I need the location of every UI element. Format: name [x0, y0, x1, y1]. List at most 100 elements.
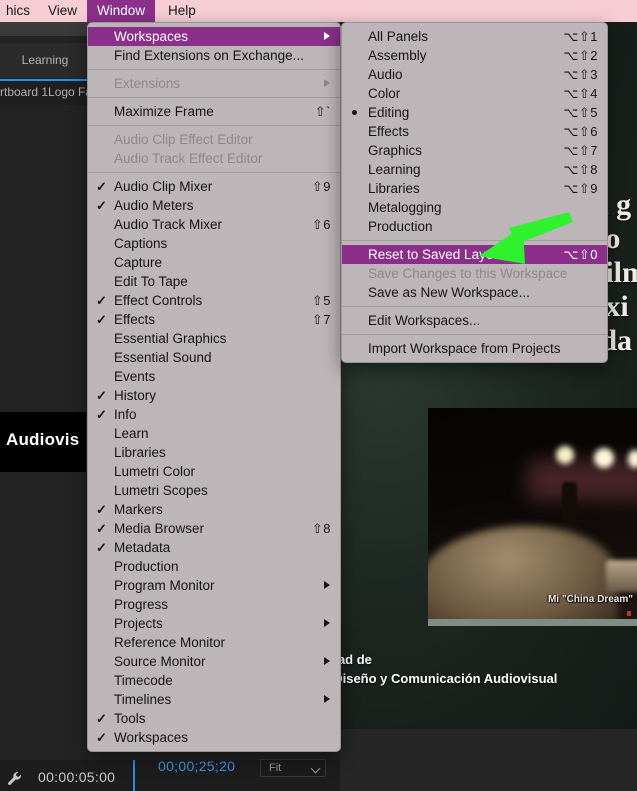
- menu-item-label: Essential Graphics: [114, 331, 227, 346]
- workspaces-menu-item-effects[interactable]: Effects ⌥⇧6: [342, 122, 607, 141]
- workspaces-menu-item-metalogging[interactable]: Metalogging: [342, 198, 607, 217]
- menu-item-label: Essential Sound: [114, 350, 212, 365]
- window-menu-item-find-extensions-on-exchange[interactable]: Find Extensions on Exchange...: [88, 46, 340, 65]
- window-menu-item-metadata[interactable]: ✓ Metadata: [88, 538, 340, 557]
- window-menu-item-capture[interactable]: Capture: [88, 253, 340, 272]
- window-menu-item-lumetri-scopes[interactable]: Lumetri Scopes: [88, 481, 340, 500]
- wrench-icon[interactable]: [6, 770, 24, 791]
- menu-item-label: Capture: [114, 255, 163, 270]
- window-menu-item-workspaces[interactable]: Workspaces: [88, 27, 340, 46]
- workspaces-menu-item-save-as-new-workspace[interactable]: Save as New Workspace...: [342, 283, 607, 302]
- checkmark-icon: ✓: [96, 711, 107, 726]
- menubar-item-help[interactable]: Help: [158, 0, 206, 22]
- window-menu-item-maximize-frame[interactable]: Maximize Frame ⇧`: [88, 102, 340, 121]
- window-menu-item-workspaces[interactable]: ✓ Workspaces: [88, 728, 340, 747]
- menu-separator: [342, 306, 607, 307]
- tab-learning[interactable]: Learning: [0, 43, 90, 78]
- window-menu-item-reference-monitor[interactable]: Reference Monitor: [88, 633, 340, 652]
- menu-item-label: All Panels: [368, 29, 429, 44]
- workspaces-menu-item-reset-to-saved-layout[interactable]: Reset to Saved Layout ⌥⇧0: [342, 245, 607, 264]
- workspaces-menu-item-graphics[interactable]: Graphics ⌥⇧7: [342, 141, 607, 160]
- checkmark-icon: ✓: [96, 521, 107, 536]
- menu-item-label: Audio Track Effect Editor: [114, 151, 263, 166]
- window-menu-item-audio-meters[interactable]: ✓ Audio Meters: [88, 196, 340, 215]
- menu-separator: [342, 240, 607, 241]
- menubar-item-view[interactable]: View: [38, 0, 87, 22]
- menu-separator: [88, 172, 340, 173]
- workspaces-menu-item-editing[interactable]: Editing ⌥⇧5: [342, 103, 607, 122]
- video-light-blob: [556, 446, 574, 464]
- window-menu-item-audio-clip-mixer[interactable]: ✓ Audio Clip Mixer ⇧9: [88, 177, 340, 196]
- menu-item-label: Markers: [114, 502, 163, 517]
- workspaces-menu-item-audio[interactable]: Audio ⌥⇧3: [342, 65, 607, 84]
- window-dropdown-menu: Workspaces Find Extensions on Exchange...…: [87, 22, 341, 752]
- window-menu-item-history[interactable]: ✓ History: [88, 386, 340, 405]
- menu-item-label: Lumetri Scopes: [114, 483, 208, 498]
- window-menu-item-program-monitor[interactable]: Program Monitor: [88, 576, 340, 595]
- window-menu-item-lumetri-color[interactable]: Lumetri Color: [88, 462, 340, 481]
- checkmark-icon: ✓: [96, 312, 107, 327]
- window-menu-item-timecode[interactable]: Timecode: [88, 671, 340, 690]
- window-menu-item-events[interactable]: Events: [88, 367, 340, 386]
- window-menu-item-progress[interactable]: Progress: [88, 595, 340, 614]
- poster-footer-line-2: , Diseño y Comunicación Audiovisual: [340, 671, 558, 686]
- window-menu-item-captions[interactable]: Captions: [88, 234, 340, 253]
- video-glass-shape: [606, 560, 637, 592]
- window-menu-item-info[interactable]: ✓ Info: [88, 405, 340, 424]
- zoom-level-select[interactable]: Fit: [260, 759, 326, 777]
- menubar-item-window[interactable]: Window: [87, 0, 156, 22]
- menu-item-label: Program Monitor: [114, 578, 215, 593]
- window-menu-item-essential-graphics[interactable]: Essential Graphics: [88, 329, 340, 348]
- timecode-duration[interactable]: 00;00;25;20: [158, 758, 235, 774]
- workspaces-menu-item-edit-workspaces[interactable]: Edit Workspaces...: [342, 311, 607, 330]
- video-light-blob: [628, 450, 637, 468]
- menu-item-label: Edit To Tape: [114, 274, 188, 289]
- black-title-banner-text: Audiovis: [6, 430, 80, 449]
- workspaces-menu-item-color[interactable]: Color ⌥⇧4: [342, 84, 607, 103]
- menu-item-label: Timecode: [114, 673, 173, 688]
- submenu-arrow-icon: [324, 657, 330, 665]
- menu-item-shortcut: ⌥⇧3: [563, 67, 598, 82]
- workspaces-menu-item-production[interactable]: Production: [342, 217, 607, 236]
- menu-item-label: Media Browser: [114, 521, 205, 536]
- menu-separator: [342, 334, 607, 335]
- timecode-playhead[interactable]: 00:00:05:00: [38, 769, 115, 785]
- menu-item-label: Audio Meters: [114, 198, 194, 213]
- workspaces-menu-item-import-workspace-from-projects[interactable]: Import Workspace from Projects: [342, 339, 607, 358]
- menu-item-label: Lumetri Color: [114, 464, 196, 479]
- window-menu-item-production[interactable]: Production: [88, 557, 340, 576]
- menu-item-label: Graphics: [368, 143, 423, 158]
- workspaces-menu-item-assembly[interactable]: Assembly ⌥⇧2: [342, 46, 607, 65]
- window-menu-item-effects[interactable]: ✓ Effects ⇧7: [88, 310, 340, 329]
- macos-menubar: hics View Window Help: [0, 0, 637, 22]
- window-menu-item-timelines[interactable]: Timelines: [88, 690, 340, 709]
- menu-item-shortcut: ⇧`: [314, 104, 331, 119]
- window-menu-item-libraries[interactable]: Libraries: [88, 443, 340, 462]
- window-menu-item-markers[interactable]: ✓ Markers: [88, 500, 340, 519]
- menubar-item-graphics[interactable]: hics: [0, 0, 40, 22]
- submenu-arrow-icon: [324, 32, 330, 40]
- menu-item-label: Reference Monitor: [114, 635, 226, 650]
- window-menu-item-audio-track-mixer[interactable]: Audio Track Mixer ⇧6: [88, 215, 340, 234]
- menu-item-shortcut: ⌥⇧0: [563, 247, 598, 262]
- window-menu-item-tools[interactable]: ✓ Tools: [88, 709, 340, 728]
- video-preview-thumbnail[interactable]: Mi "China Dream": [428, 408, 637, 619]
- menu-item-label: Production: [114, 559, 179, 574]
- workspaces-menu-item-all-panels[interactable]: All Panels ⌥⇧1: [342, 27, 607, 46]
- window-menu-item-projects[interactable]: Projects: [88, 614, 340, 633]
- poster-footer-text: ltad de , Diseño y Comunicación Audiovis…: [340, 650, 637, 688]
- window-menu-item-source-monitor[interactable]: Source Monitor: [88, 652, 340, 671]
- window-menu-item-learn[interactable]: Learn: [88, 424, 340, 443]
- menu-item-shortcut: ⌥⇧8: [563, 162, 598, 177]
- window-menu-item-edit-to-tape[interactable]: Edit To Tape: [88, 272, 340, 291]
- menu-item-shortcut: ⇧7: [311, 312, 331, 327]
- window-menu-item-essential-sound[interactable]: Essential Sound: [88, 348, 340, 367]
- submenu-arrow-icon: [324, 581, 330, 589]
- menu-item-shortcut: ⇧8: [311, 521, 331, 536]
- workspaces-menu-item-learning[interactable]: Learning ⌥⇧8: [342, 160, 607, 179]
- menu-item-label: Libraries: [368, 181, 420, 196]
- window-menu-item-media-browser[interactable]: ✓ Media Browser ⇧8: [88, 519, 340, 538]
- workspaces-menu-item-libraries[interactable]: Libraries ⌥⇧9: [342, 179, 607, 198]
- menu-item-label: Progress: [114, 597, 169, 612]
- window-menu-item-effect-controls[interactable]: ✓ Effect Controls ⇧5: [88, 291, 340, 310]
